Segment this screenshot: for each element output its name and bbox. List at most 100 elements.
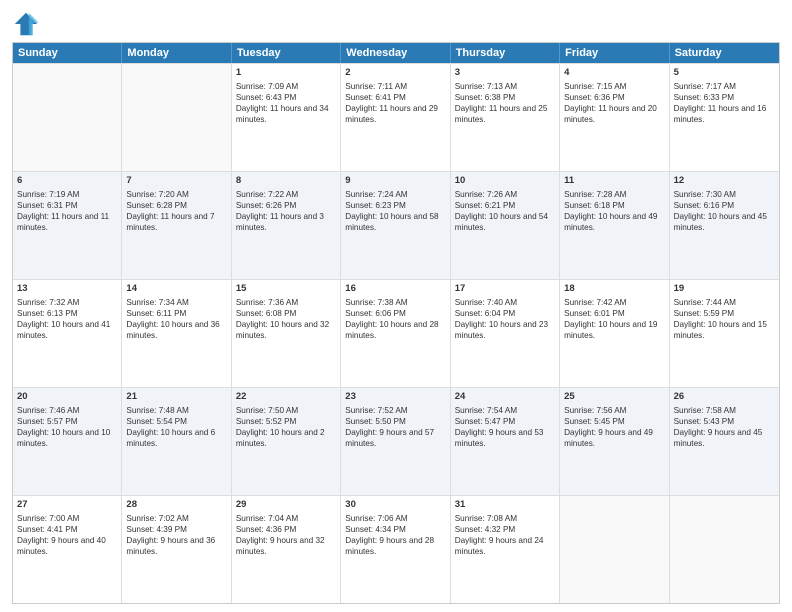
day-number: 9: [345, 175, 445, 188]
day-cell-9: 9Sunrise: 7:24 AMSunset: 6:23 PMDaylight…: [341, 172, 450, 279]
sunrise-time: Sunrise: 7:40 AM: [455, 298, 517, 307]
header-day-tuesday: Tuesday: [232, 43, 341, 63]
day-cell-17: 17Sunrise: 7:40 AMSunset: 6:04 PMDayligh…: [451, 280, 560, 387]
header: [12, 10, 780, 38]
sunset-time: Sunset: 6:38 PM: [455, 93, 516, 102]
sunrise-time: Sunrise: 7:17 AM: [674, 82, 736, 91]
daylight-hours: Daylight: 9 hours and 45 minutes.: [674, 428, 763, 448]
sunrise-time: Sunrise: 7:13 AM: [455, 82, 517, 91]
daylight-hours: Daylight: 10 hours and 58 minutes.: [345, 212, 438, 232]
sunrise-time: Sunrise: 7:06 AM: [345, 514, 407, 523]
sunset-time: Sunset: 5:54 PM: [126, 417, 187, 426]
sunset-time: Sunset: 6:04 PM: [455, 309, 516, 318]
sunrise-time: Sunrise: 7:04 AM: [236, 514, 298, 523]
sunset-time: Sunset: 6:41 PM: [345, 93, 406, 102]
daylight-hours: Daylight: 11 hours and 34 minutes.: [236, 104, 329, 124]
daylight-hours: Daylight: 10 hours and 49 minutes.: [564, 212, 657, 232]
day-cell-21: 21 Sunrise: 7:48 AM Sunset: 5:54 PM Dayligh…: [122, 388, 231, 495]
day-number: 13: [17, 283, 117, 296]
day-number: 31: [455, 499, 555, 512]
sunset-time: Sunset: 6:43 PM: [236, 93, 297, 102]
sunset-time: Sunset: 4:41 PM: [17, 525, 78, 534]
daylight-hours: Daylight: 11 hours and 16 minutes.: [674, 104, 767, 124]
sunrise-time: Sunrise: 7:42 AM: [564, 298, 626, 307]
day-number: 14: [126, 283, 226, 296]
sunrise-time: Sunrise: 7:54 AM: [455, 406, 517, 415]
daylight-hours: Daylight: 10 hours and 6 minutes.: [126, 428, 215, 448]
day-number: 1: [236, 67, 336, 80]
daylight-hours: Daylight: 11 hours and 25 minutes.: [455, 104, 548, 124]
empty-cell-0-0: [13, 64, 122, 171]
daylight-hours: Daylight: 9 hours and 40 minutes.: [17, 536, 106, 556]
daylight-hours: Daylight: 11 hours and 20 minutes.: [564, 104, 657, 124]
day-cell-19: 19Sunrise: 7:44 AMSunset: 5:59 PMDayligh…: [670, 280, 779, 387]
day-number: 2: [345, 67, 445, 80]
daylight-hours: Daylight: 9 hours and 24 minutes.: [455, 536, 544, 556]
header-day-friday: Friday: [560, 43, 669, 63]
page: SundayMondayTuesdayWednesdayThursdayFrid…: [0, 0, 792, 612]
day-number: 12: [674, 175, 775, 188]
calendar-body: 1Sunrise: 7:09 AMSunset: 6:43 PMDaylight…: [13, 63, 779, 603]
sunrise-time: Sunrise: 7:44 AM: [674, 298, 736, 307]
daylight-hours: Daylight: 10 hours and 19 minutes.: [564, 320, 657, 340]
sunrise-time: Sunrise: 7:48 AM: [126, 406, 188, 415]
day-number: 20: [17, 391, 117, 404]
sunrise-time: Sunrise: 7:15 AM: [564, 82, 626, 91]
sunrise-time: Sunrise: 7:34 AM: [126, 298, 188, 307]
day-number: 21: [126, 391, 226, 404]
day-number: 15: [236, 283, 336, 296]
header-day-saturday: Saturday: [670, 43, 779, 63]
daylight-hours: Daylight: 11 hours and 11 minutes.: [17, 212, 109, 232]
calendar-row-2: 6Sunrise: 7:19 AMSunset: 6:31 PMDaylight…: [13, 171, 779, 279]
day-number: 11: [564, 175, 664, 188]
day-cell-3: 3Sunrise: 7:13 AMSunset: 6:38 PMDaylight…: [451, 64, 560, 171]
day-number: 23: [345, 391, 445, 404]
sunset-time: Sunset: 6:18 PM: [564, 201, 625, 210]
day-cell-16: 16Sunrise: 7:38 AMSunset: 6:06 PMDayligh…: [341, 280, 450, 387]
sunset-time: Sunset: 5:43 PM: [674, 417, 735, 426]
day-cell-28: 28Sunrise: 7:02 AMSunset: 4:39 PMDayligh…: [122, 496, 231, 603]
calendar-row-5: 27Sunrise: 7:00 AMSunset: 4:41 PMDayligh…: [13, 495, 779, 603]
day-cell-22: 22Sunrise: 7:50 AMSunset: 5:52 PMDayligh…: [232, 388, 341, 495]
sunset-time: Sunset: 5:59 PM: [674, 309, 735, 318]
day-cell-30: 30Sunrise: 7:06 AMSunset: 4:34 PMDayligh…: [341, 496, 450, 603]
sunrise-time: Sunrise: 7:52 AM: [345, 406, 407, 415]
sunrise-time: Sunrise: 7:11 AM: [345, 82, 407, 91]
sunset-time: Sunset: 6:13 PM: [17, 309, 78, 318]
daylight-hours: Daylight: 10 hours and 10 minutes.: [17, 428, 110, 448]
sunset-time: Sunset: 6:31 PM: [17, 201, 78, 210]
sunset-time: Sunset: 4:32 PM: [455, 525, 516, 534]
day-cell-5: 5Sunrise: 7:17 AMSunset: 6:33 PMDaylight…: [670, 64, 779, 171]
sunrise-time: Sunrise: 7:20 AM: [126, 190, 188, 199]
header-day-thursday: Thursday: [451, 43, 560, 63]
day-cell-26: 26Sunrise: 7:58 AMSunset: 5:43 PMDayligh…: [670, 388, 779, 495]
logo-icon: [12, 10, 40, 38]
day-cell-12: 12Sunrise: 7:30 AMSunset: 6:16 PMDayligh…: [670, 172, 779, 279]
day-number: 8: [236, 175, 336, 188]
day-number: 28: [126, 499, 226, 512]
sunrise-time: Sunrise: 7:50 AM: [236, 406, 298, 415]
sunrise-time: Sunrise: 7:46 AM: [17, 406, 79, 415]
day-cell-7: 7Sunrise: 7:20 AMSunset: 6:28 PMDaylight…: [122, 172, 231, 279]
daylight-hours: Daylight: 10 hours and 36 minutes.: [126, 320, 219, 340]
day-cell-29: 29Sunrise: 7:04 AMSunset: 4:36 PMDayligh…: [232, 496, 341, 603]
header-day-monday: Monday: [122, 43, 231, 63]
daylight-hours: Daylight: 9 hours and 32 minutes.: [236, 536, 325, 556]
sunset-time: Sunset: 6:01 PM: [564, 309, 625, 318]
day-cell-10: 10Sunrise: 7:26 AMSunset: 6:21 PMDayligh…: [451, 172, 560, 279]
header-day-wednesday: Wednesday: [341, 43, 450, 63]
daylight-hours: Daylight: 10 hours and 23 minutes.: [455, 320, 548, 340]
day-cell-8: 8Sunrise: 7:22 AMSunset: 6:26 PMDaylight…: [232, 172, 341, 279]
sunset-time: Sunset: 5:50 PM: [345, 417, 406, 426]
sunset-time: Sunset: 5:57 PM: [17, 417, 78, 426]
sunset-time: Sunset: 6:11 PM: [126, 309, 186, 318]
day-cell-15: 15Sunrise: 7:36 AMSunset: 6:08 PMDayligh…: [232, 280, 341, 387]
day-cell-31: 31Sunrise: 7:08 AMSunset: 4:32 PMDayligh…: [451, 496, 560, 603]
sunset-time: Sunset: 6:36 PM: [564, 93, 625, 102]
sunrise-time: Sunrise: 7:30 AM: [674, 190, 736, 199]
empty-cell-0-1: [122, 64, 231, 171]
day-cell-23: 23Sunrise: 7:52 AMSunset: 5:50 PMDayligh…: [341, 388, 450, 495]
day-cell-25: 25Sunrise: 7:56 AMSunset: 5:45 PMDayligh…: [560, 388, 669, 495]
day-number: 22: [236, 391, 336, 404]
sunset-time: Sunset: 6:06 PM: [345, 309, 406, 318]
